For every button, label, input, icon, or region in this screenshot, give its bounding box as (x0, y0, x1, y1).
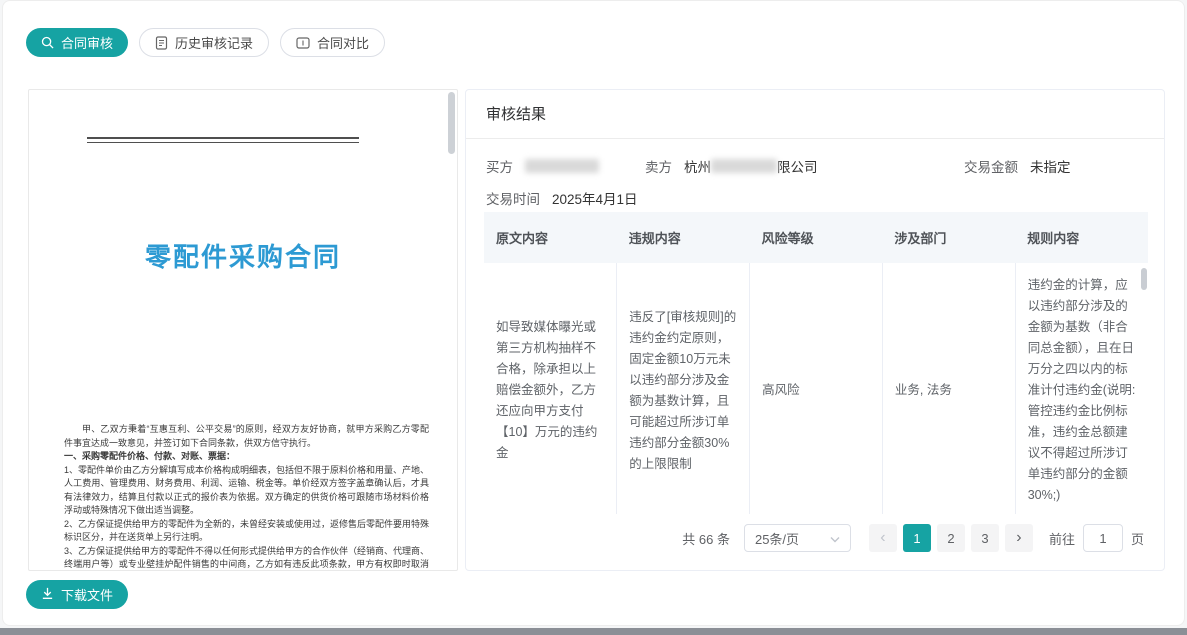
seller-group: 卖方 杭州 限公司 (645, 156, 818, 176)
toolbar: 合同审核 历史审核记录 合同对比 (26, 28, 385, 57)
document-header-rule (87, 137, 359, 143)
table-scrollbar[interactable] (1141, 268, 1147, 290)
page-button-2[interactable]: 2 (937, 524, 965, 552)
tab-label: 合同对比 (317, 33, 369, 52)
cell-risk: 高风险 (750, 263, 883, 514)
search-icon (41, 36, 54, 49)
table-header-row: 原文内容 违规内容 风险等级 涉及部门 规则内容 (484, 212, 1148, 263)
total-count: 共 66 条 (682, 529, 730, 548)
col-header-violation: 违规内容 (617, 212, 750, 263)
tab-contract-compare[interactable]: 合同对比 (280, 28, 385, 57)
seller-value-redacted (711, 159, 777, 173)
contract-paragraph: 1、零配件单价由乙方分解填写成本价格构成明细表，包括但不限于原料价格和用量、产地… (64, 464, 429, 518)
download-file-button[interactable]: 下载文件 (26, 580, 128, 609)
tab-label: 合同审核 (61, 33, 113, 52)
page-size-value: 25条/页 (755, 529, 799, 548)
tab-contract-review[interactable]: 合同审核 (26, 28, 128, 57)
app-window: 合同审核 历史审核记录 合同对比 零配件采购合同 甲、乙双方秉着“互惠互利、公平… (2, 0, 1185, 626)
cell-violation: 违反了[审核规则]的违约金约定原则，固定金额10万元未以违约部分涉及金额为基数计… (617, 263, 750, 514)
contract-title: 零配件采购合同 (29, 237, 457, 274)
download-button-label: 下载文件 (61, 585, 113, 604)
buyer-value-redacted (525, 159, 599, 173)
page-button-1[interactable]: 1 (903, 524, 931, 552)
tab-history-records[interactable]: 历史审核记录 (139, 28, 269, 57)
pager: ‹ 1 2 3 › (869, 524, 1033, 552)
pagination: 共 66 条 25条/页 ‹ 1 2 3 › 前往 页 (682, 524, 1144, 552)
contract-paragraph: 3、乙方保证提供给甲方的零配件不得以任何形式提供给甲方的合作伙伴（经销商、代理商… (64, 545, 429, 572)
page-button-3[interactable]: 3 (971, 524, 999, 552)
col-header-departments: 涉及部门 (882, 212, 1015, 263)
table-row[interactable]: 如导致媒体曝光或第三方机构抽样不合格，除承担以上赔偿金额外，乙方还应向甲方支付【… (484, 263, 1148, 514)
contract-paragraph: 甲、乙双方秉着“互惠互利、公平交易”的原则，经双方友好协商，就甲方采购乙方零配件… (64, 423, 429, 450)
contract-info-section: 买方 卖方 杭州 限公司 交易金额 未指定 交易时间 2025年4月1日 (466, 139, 1164, 208)
seller-value-suffix: 限公司 (777, 156, 818, 176)
window-bottom-edge (0, 628, 1187, 635)
time-label: 交易时间 (486, 188, 540, 208)
cell-rule: 违约金的计算，应以违约部分涉及的金额为基数（非合同总金额），且在日万分之四以内的… (1015, 263, 1148, 514)
amount-value: 未指定 (1030, 156, 1071, 176)
prev-page-button[interactable]: ‹ (869, 524, 897, 552)
next-page-button[interactable]: › (1005, 524, 1033, 552)
col-header-rule: 规则内容 (1015, 212, 1148, 263)
contract-body-text: 甲、乙双方秉着“互惠互利、公平交易”的原则，经双方友好协商，就甲方采购乙方零配件… (64, 423, 429, 571)
contract-preview-panel: 零配件采购合同 甲、乙双方秉着“互惠互利、公平交易”的原则，经双方友好协商，就甲… (28, 89, 458, 571)
compare-icon (296, 37, 310, 49)
goto-page-input[interactable] (1083, 524, 1123, 552)
document-icon (155, 36, 168, 50)
info-row-parties: 买方 卖方 杭州 限公司 交易金额 未指定 (486, 156, 1144, 176)
seller-value-prefix: 杭州 (684, 156, 711, 176)
review-results-panel: 审核结果 买方 卖方 杭州 限公司 交易金额 未指定 交易时间 2025年4月1… (465, 89, 1165, 571)
col-header-risk: 风险等级 (750, 212, 883, 263)
panel-title: 审核结果 (466, 90, 1164, 139)
goto-label: 前往 (1049, 529, 1075, 548)
document-scrollbar[interactable] (448, 92, 455, 154)
chevron-down-icon (830, 531, 840, 546)
cell-departments: 业务, 法务 (882, 263, 1015, 514)
goto-unit: 页 (1131, 529, 1144, 548)
download-icon (41, 587, 54, 603)
col-header-original: 原文内容 (484, 212, 617, 263)
contract-section-heading: 一、采购零配件价格、付款、对账、票据： (64, 450, 429, 464)
page-size-select[interactable]: 25条/页 (744, 524, 851, 552)
violations-table: 原文内容 违规内容 风险等级 涉及部门 规则内容 如导致媒体曝光或第三方机构抽样… (484, 212, 1148, 514)
info-row-time: 交易时间 2025年4月1日 (486, 188, 1144, 208)
time-value: 2025年4月1日 (552, 188, 638, 208)
buyer-label: 买方 (486, 156, 513, 176)
cell-original: 如导致媒体曝光或第三方机构抽样不合格，除承担以上赔偿金额外，乙方还应向甲方支付【… (484, 263, 617, 514)
amount-label: 交易金额 (964, 156, 1018, 176)
seller-label: 卖方 (645, 156, 672, 176)
tab-label: 历史审核记录 (175, 33, 253, 52)
goto-page-group: 前往 页 (1049, 524, 1144, 552)
amount-group: 交易金额 未指定 (964, 156, 1071, 176)
contract-paragraph: 2、乙方保证提供给甲方的零配件为全新的，未曾经安装或使用过，返修售后零配件要用特… (64, 518, 429, 545)
